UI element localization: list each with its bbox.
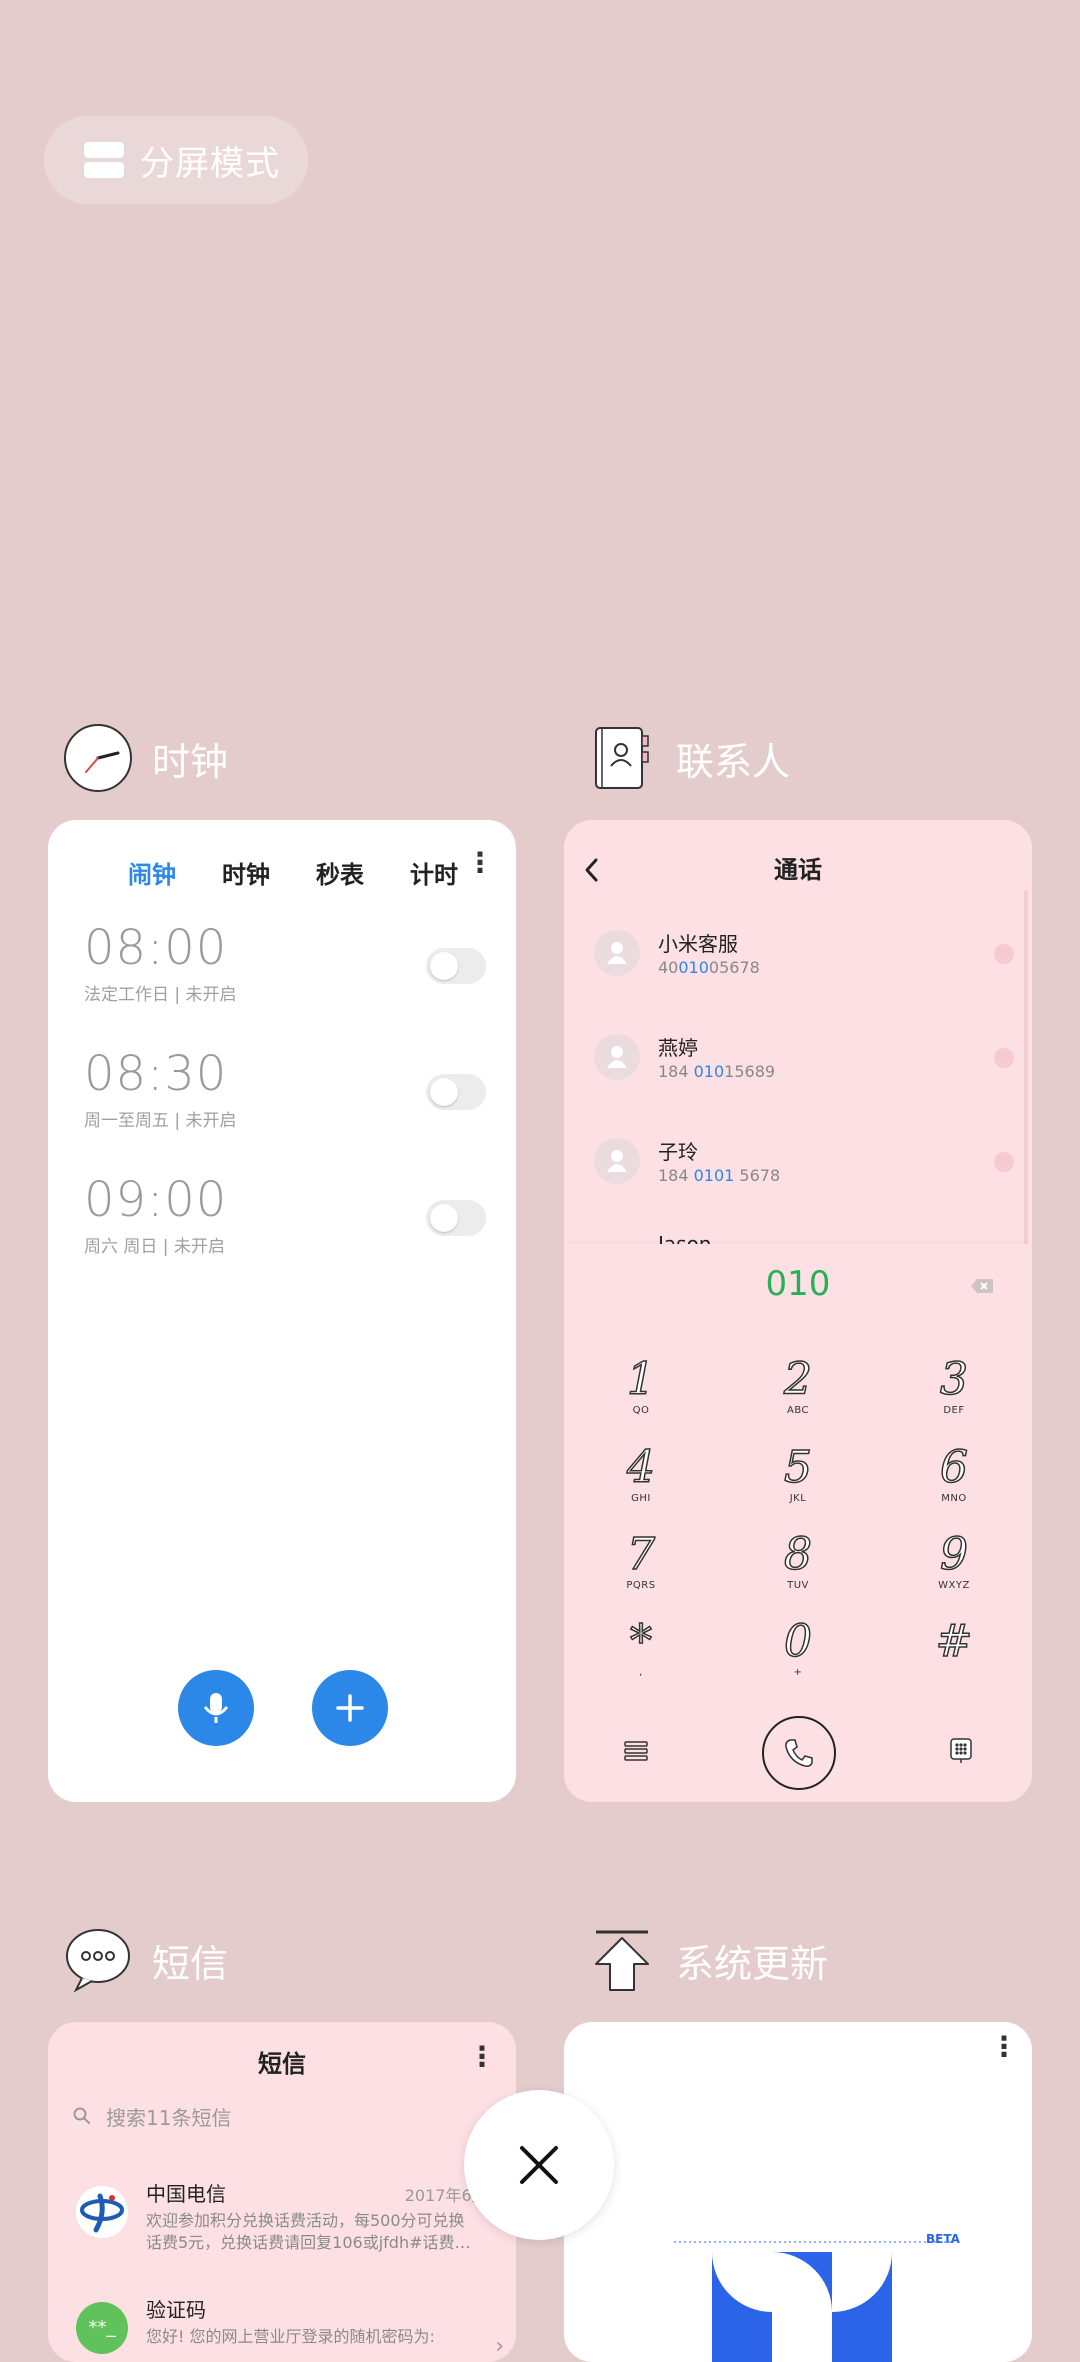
sender-name: 验证码 — [146, 2298, 206, 2322]
contact-detail-icon[interactable] — [994, 1152, 1014, 1172]
sender-name: 中国电信 — [146, 2182, 226, 2206]
avatar: **_ — [76, 2302, 128, 2354]
alarm-desc: 法定工作日 | 未开启 — [84, 985, 237, 1005]
search-icon — [73, 2107, 90, 2124]
menu-icon[interactable] — [624, 1740, 648, 1762]
avatar — [594, 1138, 640, 1184]
tab-clock[interactable]: 时钟 — [222, 855, 270, 890]
contact-name: 燕婷 — [658, 1036, 698, 1060]
dialpad-toggle-icon[interactable] — [950, 1738, 972, 1764]
split-screen-label: 分屏模式 — [140, 143, 280, 184]
close-icon — [520, 2146, 558, 2184]
alarm-desc: 周一至周五 | 未开启 — [84, 1111, 237, 1131]
contact-item[interactable]: Jason — [594, 1224, 1014, 1244]
more-options-icon[interactable]: ⋮ — [468, 2040, 496, 2073]
contact-detail-icon[interactable] — [994, 944, 1014, 964]
page-title: 短信 — [258, 2050, 306, 2078]
tab-timer[interactable]: 计时 — [410, 855, 458, 890]
alarm-time: 09:00 — [84, 1172, 228, 1228]
contact-name: 小米客服 — [658, 932, 738, 956]
more-options-icon[interactable]: ⋮ — [466, 846, 494, 879]
avatar — [594, 930, 640, 976]
dial-key-5[interactable]: 5 JKL — [738, 1443, 858, 1524]
page-title: 通话 — [774, 856, 822, 884]
list-item[interactable]: 中国电信 2017年6月30 欢迎参加积分兑换话费活动，每500分可兑换话费5元… — [76, 2178, 516, 2278]
dial-key-4[interactable]: 4 GHI — [581, 1443, 701, 1524]
dial-key-2[interactable]: 2 ABC — [738, 1355, 858, 1436]
alarm-toggle[interactable] — [426, 1200, 486, 1236]
split-screen-button[interactable]: 分屏模式 — [44, 116, 308, 204]
dial-key-0[interactable]: 0 + — [738, 1617, 858, 1698]
alarm-time: 08:30 — [84, 1046, 228, 1102]
dial-key-7[interactable]: 7 PQRS — [581, 1530, 701, 1611]
contacts-app-name: 联系人 — [676, 739, 791, 784]
alarm-time: 08:00 — [84, 920, 228, 976]
phone-icon — [785, 1739, 813, 1767]
alarm-item[interactable]: 08:00 法定工作日 | 未开启 — [84, 920, 486, 1030]
dial-key-9[interactable]: 9 WXYZ — [894, 1530, 1014, 1611]
scrollbar[interactable] — [1024, 890, 1028, 1270]
plus-icon — [336, 1694, 364, 1722]
alarm-desc: 周六 周日 | 未开启 — [84, 1237, 225, 1257]
update-app-header[interactable]: 系统更新 — [586, 1924, 828, 1996]
sms-app-card[interactable]: 短信 ⋮ 搜索11条短信 中国电信 2017年6月30 欢迎参加积分兑换话费活动… — [48, 2022, 516, 2362]
update-app-card[interactable]: ⋮ BETA — [564, 2022, 1032, 2362]
message-preview: 欢迎参加积分兑换话费活动，每500分可兑换话费5元，兑换话费请回复106或jfd… — [146, 2211, 471, 2252]
chevron-right-icon: › — [495, 2334, 504, 2359]
upload-arrow-icon — [595, 1930, 649, 1991]
dial-key-star[interactable]: *, — [581, 1617, 701, 1698]
dial-key-6[interactable]: 6 MNO — [894, 1443, 1014, 1524]
contact-item[interactable]: 子玲 184 0101 5678 — [594, 1124, 1014, 1204]
contacts-app-header[interactable]: 联系人 — [586, 722, 790, 794]
contact-detail-icon[interactable] — [994, 1048, 1014, 1068]
contacts-app-card[interactable]: 通话 小米客服 4001005678 燕婷 184 01015689 子玲 18… — [564, 820, 1032, 1802]
split-screen-icon — [84, 142, 124, 178]
call-button[interactable] — [762, 1716, 836, 1790]
list-item[interactable]: **_ 验证码 您好! 您的网上营业厅登录的随机密码为: › — [76, 2294, 516, 2362]
voice-alarm-button[interactable] — [178, 1670, 254, 1746]
dialpad-panel: 010 1 QO 2 ABC 3 DEF 4 GHI 5 JKL 6 MNO 7 PQRS 8… — [564, 1244, 1032, 1802]
update-illustration — [674, 2241, 954, 2362]
clock-tabs: 闹钟 时钟 秒表 计时 — [48, 844, 516, 900]
clock-app-card[interactable]: 闹钟 时钟 秒表 计时 ⋮ 08:00 法定工作日 | 未开启 08:30 周一… — [48, 820, 516, 1802]
search-bar[interactable]: 搜索11条短信 — [72, 2096, 231, 2136]
microphone-icon — [203, 1693, 229, 1723]
beta-badge: BETA — [926, 2232, 960, 2246]
contact-item[interactable]: 小米客服 4001005678 — [594, 916, 1014, 996]
contact-item[interactable]: 燕婷 184 01015689 — [594, 1020, 1014, 1100]
alarm-toggle[interactable] — [426, 1074, 486, 1110]
search-placeholder: 搜索11条短信 — [106, 2105, 232, 2130]
sms-app-header[interactable]: 短信 — [62, 1924, 228, 1996]
alarm-toggle[interactable] — [426, 948, 486, 984]
dial-number: 010 — [765, 1264, 831, 1304]
alarm-item[interactable]: 08:30 周一至周五 | 未开启 — [84, 1046, 486, 1156]
dial-key-1[interactable]: 1 QO — [581, 1355, 701, 1436]
tab-alarm[interactable]: 闹钟 — [128, 855, 176, 890]
close-all-button[interactable] — [464, 2090, 614, 2240]
china-telecom-logo-icon — [80, 2193, 124, 2233]
contact-name: 子玲 — [658, 1140, 698, 1164]
contacts-book-icon — [595, 727, 649, 789]
contact-number: 4001005678 — [658, 958, 760, 977]
contact-name: Jason — [658, 1232, 712, 1244]
alarm-item[interactable]: 09:00 周六 周日 | 未开启 — [84, 1172, 486, 1282]
sms-app-name: 短信 — [152, 1941, 229, 1986]
clock-app-icon — [64, 724, 132, 792]
backspace-icon[interactable] — [970, 1278, 994, 1294]
avatar — [76, 2186, 128, 2238]
clock-app-name: 时钟 — [152, 739, 229, 784]
message-preview: 您好! 您的网上营业厅登录的随机密码为: — [146, 2327, 435, 2346]
dial-key-3[interactable]: 3 DEF — [894, 1355, 1014, 1436]
contact-number: 184 0101 5678 — [658, 1166, 781, 1185]
message-bubble-icon — [66, 1929, 130, 1993]
clock-app-header[interactable]: 时钟 — [62, 722, 228, 794]
add-alarm-button[interactable] — [312, 1670, 388, 1746]
avatar — [594, 1034, 640, 1080]
dial-key-hash[interactable]: # — [894, 1617, 1014, 1698]
update-app-name: 系统更新 — [676, 1941, 829, 1986]
tab-stopwatch[interactable]: 秒表 — [316, 855, 364, 890]
dial-key-8[interactable]: 8 TUV — [738, 1530, 858, 1611]
contact-number: 184 01015689 — [658, 1062, 776, 1081]
